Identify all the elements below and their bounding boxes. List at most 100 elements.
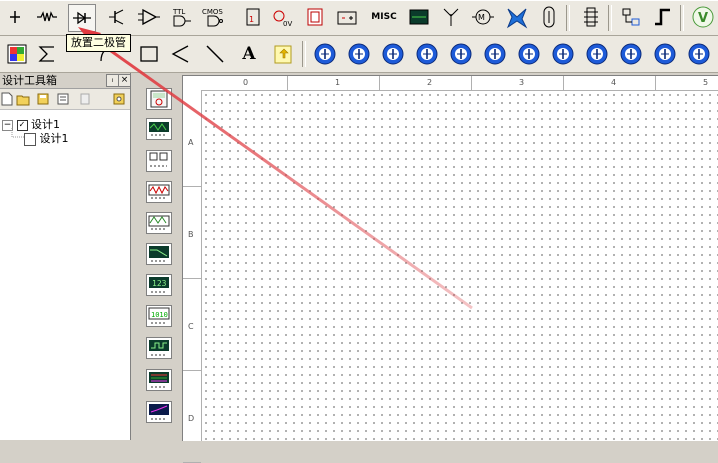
- digital-icon[interactable]: [302, 4, 328, 30]
- svg-text:1: 1: [249, 15, 254, 24]
- ruler-tick: [183, 370, 201, 371]
- svg-text:V: V: [698, 11, 708, 26]
- tree-connector: [11, 128, 24, 138]
- design-toolbox-panel: 设计工具箱 ᵢ × − ✓ 设计1 设计1: [0, 73, 131, 440]
- polyline-icon[interactable]: [168, 41, 194, 67]
- ttl-icon[interactable]: TTL: [168, 4, 194, 30]
- instrument-x-icon[interactable]: [448, 41, 474, 67]
- power-source-icon[interactable]: [2, 4, 28, 30]
- cmos-icon[interactable]: CMOS: [200, 4, 230, 30]
- close-button[interactable]: ×: [118, 74, 131, 87]
- logic-analyzer-icon[interactable]: [146, 369, 172, 391]
- delete-icon[interactable]: [78, 92, 92, 106]
- ruler-top-label: 3: [519, 78, 525, 87]
- function-generator-icon[interactable]: [146, 118, 172, 140]
- mixed-icon[interactable]: [334, 4, 360, 30]
- instrument-c-icon[interactable]: [686, 41, 712, 67]
- new-icon[interactable]: [0, 92, 14, 106]
- connector-icon[interactable]: [578, 4, 604, 30]
- logic-converter-icon[interactable]: [146, 337, 172, 359]
- ruler-tick: [655, 76, 656, 90]
- power-component-icon[interactable]: [438, 4, 464, 30]
- color-fill-icon[interactable]: [4, 41, 30, 67]
- design-toolbox-header: 设计工具箱 ᵢ ×: [0, 73, 131, 89]
- line-icon[interactable]: [202, 41, 228, 67]
- instrument-palette: 123 1010: [140, 80, 176, 440]
- properties-icon[interactable]: [56, 92, 70, 106]
- transistor-icon[interactable]: [104, 4, 130, 30]
- sigma-icon[interactable]: [34, 41, 60, 67]
- diode-icon[interactable]: [68, 4, 96, 32]
- multimeter-icon[interactable]: [146, 88, 172, 110]
- rf-icon[interactable]: M: [470, 4, 496, 30]
- bode-plotter-icon[interactable]: [146, 243, 172, 265]
- instrument-v-icon[interactable]: [652, 41, 678, 67]
- ruler-tick: [287, 76, 288, 90]
- oscilloscope-icon[interactable]: [146, 181, 172, 203]
- advanced-peripheral-icon[interactable]: 0V: [270, 4, 296, 30]
- place-ladder-icon[interactable]: [536, 4, 562, 30]
- ruler-left: A B C D: [183, 90, 202, 463]
- instrument-right-icon[interactable]: [550, 41, 576, 67]
- svg-text:123: 123: [152, 279, 167, 288]
- instrument-down-icon[interactable]: [516, 41, 542, 67]
- instrument-b-icon[interactable]: [618, 41, 644, 67]
- instrument-leftright-icon[interactable]: [584, 41, 610, 67]
- analog-icon[interactable]: [136, 4, 162, 30]
- mcu-icon[interactable]: 1: [240, 4, 266, 30]
- bus-icon[interactable]: [650, 4, 676, 30]
- tree-child[interactable]: 设计1: [24, 132, 69, 146]
- ruler-top: 0 1 2 3 4 5: [201, 76, 718, 91]
- ruler-left-label: D: [188, 414, 195, 423]
- diode-tooltip: 放置二极管: [66, 34, 131, 52]
- hierarchical-block-icon[interactable]: [618, 4, 644, 30]
- ruler-tick: [183, 186, 201, 187]
- ruler-top-label: 4: [611, 78, 617, 87]
- ruler-tick: [379, 76, 380, 90]
- misc-label[interactable]: MISC: [368, 4, 400, 30]
- rectangle-icon[interactable]: [136, 41, 162, 67]
- tree-root-label: 设计1: [31, 118, 60, 131]
- resistor-icon[interactable]: [34, 4, 60, 30]
- wattmeter-icon[interactable]: [146, 150, 172, 172]
- iv-analyzer-icon[interactable]: [146, 401, 172, 423]
- svg-text:M: M: [478, 13, 485, 22]
- indicator-icon[interactable]: [406, 4, 432, 30]
- grid[interactable]: [202, 91, 718, 441]
- instrument-arrow-up-icon[interactable]: [482, 41, 508, 67]
- multisim-v-icon[interactable]: V: [690, 4, 716, 30]
- instrument-left-icon[interactable]: [346, 41, 372, 67]
- ruler-tick: [183, 278, 201, 279]
- instrument-a-icon[interactable]: [380, 41, 406, 67]
- design-toolbox-title: 设计工具箱: [2, 74, 57, 87]
- four-channel-scope-icon[interactable]: [146, 212, 172, 234]
- toolbar-separator: [680, 5, 684, 31]
- text-icon[interactable]: A: [236, 41, 262, 67]
- frequency-counter-icon[interactable]: 123: [146, 274, 172, 296]
- svg-text:1010: 1010: [151, 311, 168, 319]
- instrument-cycle-icon[interactable]: [414, 41, 440, 67]
- toolbar-separator: [566, 5, 570, 31]
- svg-text:CMOS: CMOS: [202, 8, 223, 16]
- electromechanical-icon[interactable]: [504, 4, 530, 30]
- ruler-left-label: A: [188, 138, 194, 147]
- open-folder-icon[interactable]: [16, 92, 30, 106]
- image-icon[interactable]: [270, 41, 296, 67]
- word-generator-icon[interactable]: 1010: [146, 305, 172, 327]
- ruler-left-label: C: [188, 322, 194, 331]
- svg-text:TTL: TTL: [172, 8, 185, 16]
- instrument-up-icon[interactable]: [312, 41, 338, 67]
- ruler-top-label: 5: [703, 78, 709, 87]
- component-toolbar: TTL CMOS 1 0V MISC M V: [0, 0, 718, 36]
- tree-child-label: 设计1: [39, 132, 69, 145]
- ruler-top-label: 0: [243, 78, 249, 87]
- design-toolbox-toolbar: [0, 89, 130, 110]
- ruler-tick: [471, 76, 472, 90]
- ruler-top-label: 1: [335, 78, 341, 87]
- save-icon[interactable]: [36, 92, 50, 106]
- settings-icon[interactable]: [112, 92, 126, 106]
- toolbar-separator: [608, 5, 612, 31]
- schematic-canvas[interactable]: 0 1 2 3 4 5 A B C D: [182, 75, 718, 463]
- ruler-top-label: 2: [427, 78, 433, 87]
- svg-text:0V: 0V: [283, 20, 292, 28]
